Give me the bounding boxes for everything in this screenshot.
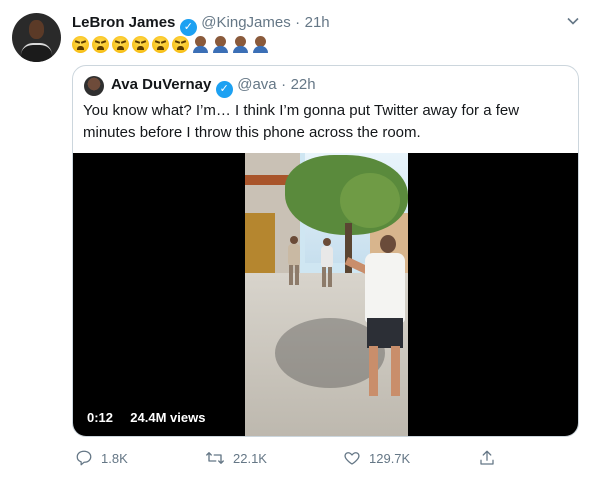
video-views: 24.4M views: [130, 410, 206, 425]
video-stats: 0:12 24.4M views: [87, 410, 205, 425]
tweet-time[interactable]: 21h: [305, 14, 330, 31]
angry-face-icon: [152, 36, 169, 53]
reply-icon: [75, 449, 93, 467]
angry-face-icon: [132, 36, 149, 53]
header-separator: ·: [295, 14, 301, 31]
share-button[interactable]: [478, 449, 496, 467]
quoted-author-name[interactable]: Ava DuVernay: [111, 76, 211, 93]
angry-face-icon: [112, 36, 129, 53]
retweet-icon: [205, 449, 225, 467]
angry-face-icon: [172, 36, 189, 53]
like-button[interactable]: 129.7K: [343, 449, 410, 467]
quoted-author-avatar[interactable]: [84, 76, 104, 96]
reply-count: 1.8K: [101, 450, 128, 466]
tweet-text: [72, 36, 269, 56]
verified-badge-icon: ✓: [179, 19, 197, 36]
like-count: 129.7K: [369, 450, 411, 466]
quoted-tweet[interactable]: Ava DuVernay ✓ @ava · 22h You know what?…: [72, 65, 579, 437]
facepalm-icon: [252, 36, 269, 53]
angry-face-icon: [92, 36, 109, 53]
angry-face-icon: [72, 36, 89, 53]
author-avatar[interactable]: [12, 13, 61, 62]
reply-button[interactable]: 1.8K: [75, 449, 128, 467]
author-handle[interactable]: @KingJames: [201, 14, 290, 31]
quoted-author-handle[interactable]: @ava: [237, 76, 276, 93]
quoted-tweet-header: Ava DuVernay ✓ @ava · 22h: [111, 76, 316, 98]
facepalm-icon: [212, 36, 229, 53]
quoted-header-separator: ·: [281, 76, 287, 93]
chevron-down-icon[interactable]: [566, 14, 580, 28]
quoted-tweet-time[interactable]: 22h: [291, 76, 316, 93]
tweet-header: LeBron James ✓ @KingJames · 21h: [72, 14, 330, 36]
retweet-button[interactable]: 22.1K: [205, 449, 267, 467]
share-icon: [478, 449, 496, 467]
facepalm-icon: [232, 36, 249, 53]
video-duration: 0:12: [87, 410, 114, 425]
quoted-tweet-text: You know what? I’m… I think I’m gonna pu…: [83, 102, 520, 141]
heart-icon: [343, 449, 361, 467]
facepalm-icon: [192, 36, 209, 53]
author-name[interactable]: LeBron James: [72, 14, 175, 31]
video-frame: [245, 153, 408, 436]
verified-badge-icon: ✓: [215, 81, 233, 98]
video-player[interactable]: 0:12 24.4M views: [73, 153, 578, 436]
retweet-count: 22.1K: [233, 450, 267, 466]
